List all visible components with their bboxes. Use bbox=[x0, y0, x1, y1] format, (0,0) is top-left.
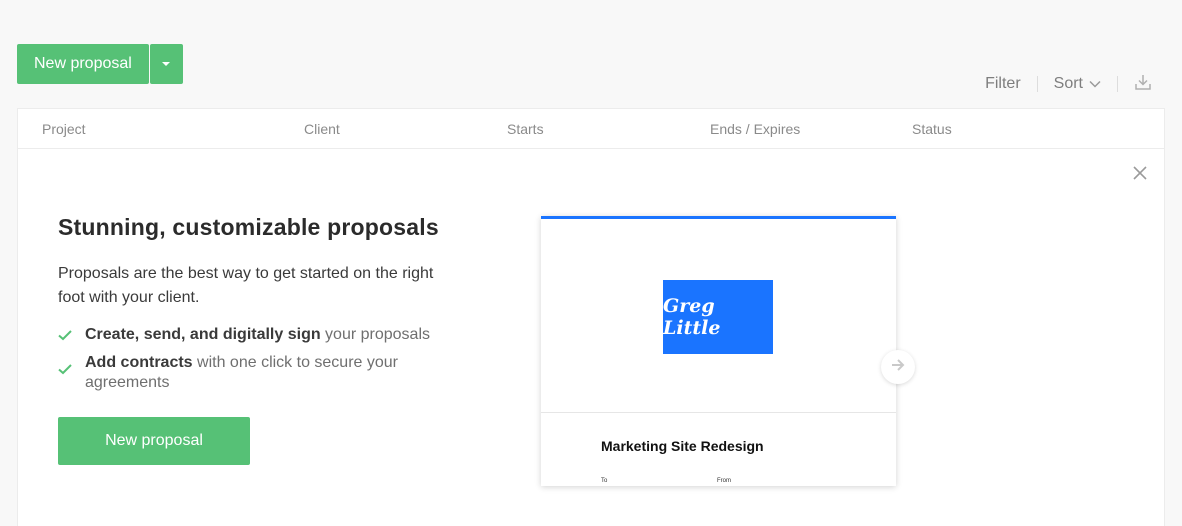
column-header-project[interactable]: Project bbox=[42, 121, 86, 137]
feature-item: Create, send, and digitally sign your pr… bbox=[58, 325, 468, 347]
sort-button[interactable]: Sort bbox=[1054, 75, 1101, 93]
preview-doc-title: Marketing Site Redesign bbox=[601, 438, 764, 454]
new-proposal-button[interactable]: New proposal bbox=[17, 44, 149, 84]
new-proposal-split-button: New proposal bbox=[17, 44, 183, 84]
download-button[interactable] bbox=[1134, 73, 1152, 96]
column-header-client[interactable]: Client bbox=[304, 121, 340, 137]
feature-bold-text: Add contracts bbox=[85, 354, 193, 371]
column-header-status[interactable]: Status bbox=[912, 121, 952, 137]
preview-next-button[interactable] bbox=[881, 350, 915, 384]
feature-rest-text: your proposals bbox=[320, 326, 430, 343]
preview-logo: Greg Little bbox=[663, 280, 773, 354]
check-icon bbox=[58, 353, 85, 393]
sort-label: Sort bbox=[1053, 75, 1083, 92]
feature-text: Create, send, and digitally sign your pr… bbox=[85, 325, 430, 347]
new-proposal-dropdown-button[interactable] bbox=[149, 44, 183, 84]
proposal-preview: Greg Little Marketing Site Redesign To F… bbox=[541, 216, 896, 486]
download-icon bbox=[1134, 73, 1152, 96]
preview-top-bar bbox=[541, 216, 896, 219]
list-toolbar: Filter Sort bbox=[985, 72, 1152, 96]
promo-new-proposal-button[interactable]: New proposal bbox=[58, 417, 250, 465]
column-header-starts[interactable]: Starts bbox=[507, 121, 544, 137]
filter-button[interactable]: Filter bbox=[985, 75, 1021, 93]
preview-from-label: From bbox=[717, 478, 731, 484]
check-icon bbox=[58, 325, 85, 347]
close-icon[interactable] bbox=[1132, 165, 1148, 181]
feature-bold-text: Create, send, and digitally sign bbox=[85, 326, 321, 343]
column-header-ends-expires[interactable]: Ends / Expires bbox=[710, 121, 800, 137]
arrow-right-icon bbox=[890, 358, 906, 377]
toolbar-divider bbox=[1036, 76, 1038, 92]
feature-text: Add contracts with one click to secure y… bbox=[85, 353, 468, 393]
caret-down-icon bbox=[162, 62, 171, 66]
promo-description: Proposals are the best way to get starte… bbox=[58, 265, 434, 306]
promo-title: Stunning, customizable proposals bbox=[58, 214, 439, 240]
proposals-panel: Project Client Starts Ends / Expires Sta… bbox=[17, 108, 1165, 526]
preview-to-label: To bbox=[601, 478, 608, 484]
feature-item: Add contracts with one click to secure y… bbox=[58, 353, 468, 393]
toolbar-divider bbox=[1117, 76, 1118, 92]
chevron-down-icon bbox=[1089, 80, 1101, 88]
table-header: Project Client Starts Ends / Expires Sta… bbox=[18, 109, 1164, 149]
preview-divider bbox=[541, 412, 896, 413]
filter-label: Filter bbox=[985, 75, 1021, 92]
